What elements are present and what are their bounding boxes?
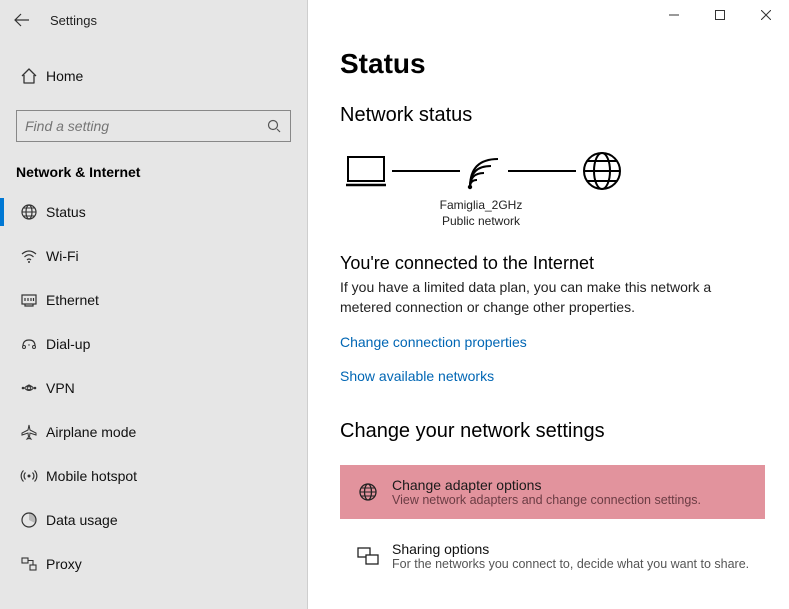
close-button[interactable] bbox=[743, 0, 789, 30]
adapter-globe-icon bbox=[357, 481, 379, 503]
sidebar-item-label: Dial-up bbox=[42, 336, 90, 352]
minimize-icon bbox=[669, 10, 679, 20]
sidebar-item-label: Home bbox=[42, 68, 83, 84]
link-connection-properties[interactable]: Change connection properties bbox=[340, 334, 527, 350]
sidebar-item-status[interactable]: Status bbox=[0, 190, 307, 234]
sidebar-item-wifi[interactable]: Wi-Fi bbox=[0, 234, 307, 278]
wifi-icon bbox=[20, 247, 38, 265]
app-title: Settings bbox=[44, 13, 97, 28]
setting-sharing-options[interactable]: Sharing options For the networks you con… bbox=[340, 529, 765, 583]
search-input[interactable] bbox=[25, 118, 266, 134]
proxy-icon bbox=[20, 555, 38, 573]
ethernet-icon bbox=[20, 291, 38, 309]
sidebar-item-data-usage[interactable]: Data usage bbox=[0, 498, 307, 542]
sidebar-item-label: Proxy bbox=[42, 556, 82, 572]
sidebar-item-label: Ethernet bbox=[42, 292, 99, 308]
setting-desc: For the networks you connect to, decide … bbox=[392, 557, 749, 571]
sidebar-section-title: Network & Internet bbox=[0, 150, 307, 190]
sidebar: Settings Home Network & Internet St bbox=[0, 0, 308, 609]
sidebar-item-proxy[interactable]: Proxy bbox=[0, 542, 307, 586]
search-box[interactable] bbox=[16, 110, 291, 142]
main-content: Status Network status Famiglia_2GHz Publ… bbox=[308, 0, 789, 609]
airplane-icon bbox=[20, 423, 38, 441]
network-type: Public network bbox=[416, 213, 546, 229]
setting-desc: View network adapters and change connect… bbox=[392, 493, 701, 507]
section-network-status: Network status bbox=[340, 104, 765, 127]
sidebar-item-hotspot[interactable]: Mobile hotspot bbox=[0, 454, 307, 498]
hotspot-icon bbox=[20, 467, 38, 485]
arrow-left-icon bbox=[14, 12, 30, 28]
sidebar-item-label: VPN bbox=[42, 380, 75, 396]
window-controls bbox=[651, 0, 789, 30]
computer-icon bbox=[344, 153, 388, 189]
vpn-icon bbox=[20, 379, 38, 397]
title-bar: Settings bbox=[0, 0, 307, 40]
search-icon bbox=[266, 118, 282, 134]
sidebar-item-vpn[interactable]: VPN bbox=[0, 366, 307, 410]
sidebar-item-label: Wi-Fi bbox=[42, 248, 79, 264]
sidebar-item-airplane[interactable]: Airplane mode bbox=[0, 410, 307, 454]
back-button[interactable] bbox=[0, 0, 44, 40]
page-title: Status bbox=[340, 48, 765, 80]
sidebar-item-dialup[interactable]: Dial-up bbox=[0, 322, 307, 366]
section-change-settings: Change your network settings bbox=[340, 420, 765, 443]
home-icon bbox=[20, 67, 38, 85]
sidebar-item-label: Data usage bbox=[42, 512, 118, 528]
connected-body: If you have a limited data plan, you can… bbox=[340, 278, 750, 317]
sharing-icon bbox=[356, 545, 380, 567]
globe-icon bbox=[20, 203, 38, 221]
minimize-button[interactable] bbox=[651, 0, 697, 30]
setting-title: Sharing options bbox=[392, 541, 749, 557]
sidebar-item-ethernet[interactable]: Ethernet bbox=[0, 278, 307, 322]
maximize-icon bbox=[715, 10, 725, 20]
network-ssid: Famiglia_2GHz bbox=[416, 197, 546, 213]
data-usage-icon bbox=[20, 511, 38, 529]
sidebar-item-label: Status bbox=[42, 204, 86, 220]
sidebar-item-label: Mobile hotspot bbox=[42, 468, 137, 484]
connection-line bbox=[392, 170, 460, 172]
dialup-icon bbox=[20, 335, 38, 353]
internet-globe-icon bbox=[580, 149, 624, 193]
setting-title: Change adapter options bbox=[392, 477, 701, 493]
network-diagram bbox=[344, 149, 765, 193]
wifi-signal-icon bbox=[464, 151, 504, 191]
close-icon bbox=[761, 10, 771, 20]
setting-change-adapter[interactable]: Change adapter options View network adap… bbox=[340, 465, 765, 519]
sidebar-item-label: Airplane mode bbox=[42, 424, 136, 440]
maximize-button[interactable] bbox=[697, 0, 743, 30]
sidebar-item-home[interactable]: Home bbox=[0, 54, 307, 98]
link-available-networks[interactable]: Show available networks bbox=[340, 368, 494, 384]
diagram-label: Famiglia_2GHz Public network bbox=[416, 197, 546, 229]
connected-heading: You're connected to the Internet bbox=[340, 253, 765, 274]
connection-line bbox=[508, 170, 576, 172]
